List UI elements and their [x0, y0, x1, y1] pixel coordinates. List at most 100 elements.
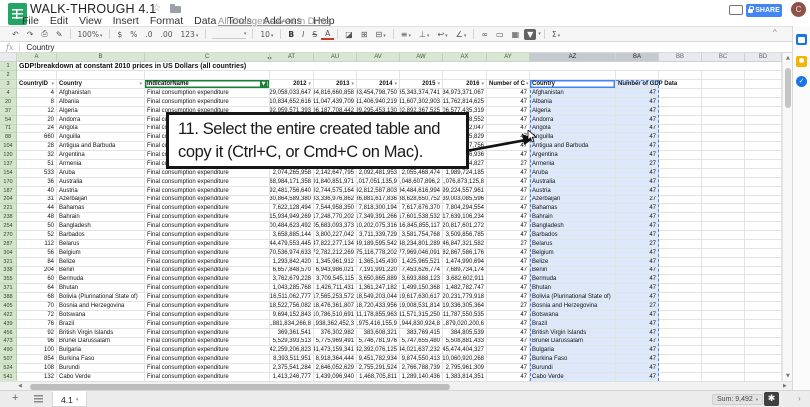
column-header-A[interactable]: A [17, 53, 57, 62]
cell-blank[interactable] [659, 213, 702, 223]
cell-country[interactable]: Antigua and Barbuda [57, 142, 145, 152]
cell-blank[interactable] [659, 239, 702, 249]
cell-blank[interactable] [702, 97, 745, 107]
cell-blank[interactable] [745, 204, 782, 214]
cell-year-value[interactable]: 372,782,212,269 [314, 248, 357, 258]
cell-indicator[interactable]: Final consumption expenditure [145, 204, 270, 214]
insert-link-icon[interactable]: ∞ [477, 30, 492, 39]
column-header-BC[interactable]: BC [702, 53, 745, 62]
cell-az-country[interactable]: Burkina Faso [530, 355, 616, 365]
filter-dropdown-icon[interactable]: ▾ [350, 81, 354, 87]
cell-indicator[interactable]: Final consumption expenditure [145, 231, 270, 240]
cell-country[interactable]: Aruba [57, 168, 145, 178]
formula-bar-value[interactable]: Country [26, 43, 54, 52]
cell-indicator[interactable]: Final consumption expenditure [145, 346, 270, 356]
cell-number-of-gdp[interactable]: 47 [616, 151, 659, 160]
cell-number-of-c[interactable]: 47 [487, 310, 530, 320]
cell-number-of-c[interactable]: 47 [487, 231, 530, 240]
cell-indicator[interactable]: Final consumption expenditure [145, 186, 270, 196]
sum-badge[interactable]: Sum: 9,492 ▾ [712, 394, 764, 405]
cell-year-value[interactable]: 100,484,623,492 [270, 222, 314, 231]
cell-year-value[interactable]: 1,076,873,125,8 [443, 177, 487, 187]
cell-blank[interactable] [659, 195, 702, 205]
cell-country[interactable]: Bahamas [57, 204, 145, 214]
cell-year-value[interactable]: 18,549,203,044 [357, 293, 400, 302]
row-header-338[interactable]: 338 [0, 266, 17, 276]
cell-blank[interactable] [659, 168, 702, 178]
cell-country[interactable]: Cabo Verde [57, 373, 145, 381]
cell-year-value[interactable]: 11,787,550,535 [443, 310, 487, 320]
cell-year-value[interactable]: 18,720,433,956 [357, 302, 400, 311]
cell-year-value[interactable]: 6,943,986,021 [314, 266, 357, 276]
cell-country-id[interactable]: 72 [17, 310, 57, 320]
cell-number-of-c[interactable]: 47 [487, 89, 530, 98]
cell-blank[interactable] [530, 71, 616, 80]
cell-number-of-c[interactable]: 47 [487, 373, 530, 381]
cell-country-id[interactable]: 64 [17, 284, 57, 294]
cell-blank[interactable] [745, 195, 782, 205]
italic-button[interactable]: I [298, 30, 308, 39]
cell-country-id[interactable]: 48 [17, 213, 57, 223]
cell-blank[interactable] [659, 284, 702, 294]
cell-country[interactable]: Belarus [57, 239, 145, 249]
cell-blank[interactable] [745, 239, 782, 249]
cell-country-id[interactable]: 4 [17, 89, 57, 98]
cell-blank[interactable] [745, 186, 782, 196]
cell-year-value[interactable]: 5,747,655,480 [400, 337, 443, 347]
redo-icon[interactable]: ↷ [23, 30, 38, 39]
cell-year-value[interactable]: 47,822,277,134 [314, 239, 357, 249]
doc-title[interactable]: WALK-THROUGH 4.1 [30, 2, 156, 16]
cell-blank[interactable] [702, 89, 745, 98]
number-format-button[interactable]: 123▾ [177, 30, 203, 39]
cell-blank[interactable] [702, 373, 745, 381]
cell-year-value[interactable]: 19,336,305,364 [443, 302, 487, 311]
cell-az-country[interactable]: Australia [530, 177, 616, 187]
cell-country-id[interactable]: 92 [17, 328, 57, 338]
cell-blank[interactable] [745, 213, 782, 223]
cell-country[interactable]: Argentina [57, 151, 145, 160]
cell-country-id[interactable]: 204 [17, 266, 57, 276]
cell-number-of-gdp[interactable]: 47 [616, 355, 659, 365]
cell-blank[interactable] [659, 319, 702, 329]
cell-az-country[interactable]: Andorra [530, 115, 616, 125]
cell-year-value[interactable]: 3,711,339,729 [357, 231, 400, 240]
keep-icon[interactable] [796, 56, 807, 67]
hidden-columns-indicator[interactable]: ◂ [267, 55, 269, 60]
cell-country[interactable]: Bulgaria [57, 346, 145, 356]
row-header-20[interactable]: 20 [0, 97, 17, 107]
cell-indicator[interactable]: Final consumption expenditure [145, 168, 270, 178]
cell-blank[interactable] [702, 213, 745, 223]
row-header-104[interactable]: 104 [0, 142, 17, 152]
strikethrough-button[interactable]: S [308, 30, 321, 39]
add-sheet-icon[interactable]: + [12, 392, 18, 404]
column-header-BA[interactable]: BA [616, 53, 659, 62]
cell-number-of-c[interactable]: 47 [487, 337, 530, 347]
cell-year-value[interactable]: 376,302,982 [314, 328, 357, 338]
row-header-71[interactable]: 71 [0, 124, 17, 134]
paint-format-icon[interactable]: ✎ [52, 30, 67, 39]
share-button[interactable]: SHARE [746, 4, 782, 17]
cell-country[interactable]: Benin [57, 266, 145, 276]
cell-year-value[interactable]: 105,683,093,373 [314, 222, 357, 231]
row-header-507[interactable]: 507 [0, 355, 17, 365]
cell-year-value[interactable]: 30,864,589,380 [270, 195, 314, 205]
cell-az-country[interactable]: Argentina [530, 151, 616, 160]
cell-country-id[interactable]: 32 [17, 151, 57, 160]
row-header-2[interactable]: 2 [0, 71, 17, 80]
cell-number-of-c[interactable]: 47 [487, 97, 530, 107]
cell-country-id[interactable]: 60 [17, 275, 57, 285]
cell-number-of-gdp[interactable]: 47 [616, 364, 659, 373]
cell-blank[interactable] [745, 310, 782, 320]
cell-indicator[interactable]: Final consumption expenditure [145, 222, 270, 231]
cell-year-value[interactable]: 2,795,961,309 [443, 364, 487, 373]
filter-dropdown-icon[interactable]: ▾ [307, 81, 311, 87]
row-header-371[interactable]: 371 [0, 284, 17, 294]
cell-blank[interactable] [702, 364, 745, 373]
row-header-254[interactable]: 254 [0, 222, 17, 231]
cell-az-country[interactable]: Brazil [530, 319, 616, 329]
row-header-473[interactable]: 473 [0, 337, 17, 347]
cell-year-value[interactable]: 46,847,321,582 [443, 239, 487, 249]
cell-number-of-c[interactable]: 47 [487, 142, 530, 152]
row-header-120[interactable]: 120 [0, 151, 17, 160]
filter-icon[interactable]: ▼ [524, 28, 537, 40]
